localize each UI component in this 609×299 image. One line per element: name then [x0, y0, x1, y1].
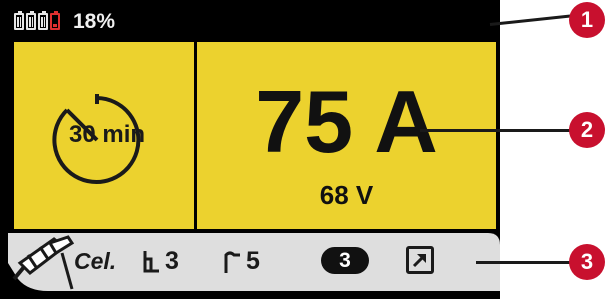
- battery-cell-icon: [26, 11, 36, 30]
- callout-line-3: [476, 261, 572, 264]
- current-value: 75 A: [255, 72, 438, 171]
- timer-value: 30 min: [69, 121, 146, 148]
- hot-start-setting[interactable]: 3: [141, 247, 179, 276]
- battery-cell-icon: [14, 11, 24, 30]
- callout-badge-1: 1: [569, 2, 605, 38]
- status-bar: 18%: [0, 0, 500, 40]
- callout-line-2: [420, 129, 572, 132]
- timer-panel[interactable]: 30 min: [14, 42, 194, 229]
- callout-badge-3: 3: [569, 244, 605, 280]
- welder-display: 18% 30 min 75 A 68 V Cel. 3 5 3: [0, 0, 500, 299]
- callout-line-1: [489, 14, 572, 26]
- battery-percent: 18%: [73, 10, 116, 33]
- arrow-up-right-glyph: [412, 253, 427, 268]
- program-number-badge[interactable]: 3: [321, 247, 369, 274]
- battery-cell-low-icon: [50, 11, 60, 30]
- electrode-holder-icon[interactable]: [10, 233, 76, 291]
- electrode-type[interactable]: Cel.: [74, 248, 116, 275]
- current-panel[interactable]: 75 A 68 V: [197, 42, 496, 229]
- voltage-value: 68 V: [319, 180, 374, 210]
- battery-cell-icon: [38, 11, 48, 30]
- hot-start-value: 3: [165, 247, 179, 275]
- parameter-bar: Cel. 3 5 3: [8, 233, 500, 291]
- arc-force-icon: [224, 251, 240, 273]
- hot-start-icon: [143, 250, 159, 272]
- arc-force-value: 5: [246, 247, 260, 275]
- callout-badge-2: 2: [569, 112, 605, 148]
- arc-force-setting[interactable]: 5: [222, 247, 260, 276]
- arrow-up-right-icon[interactable]: [406, 246, 434, 274]
- battery-icon: [14, 11, 60, 30]
